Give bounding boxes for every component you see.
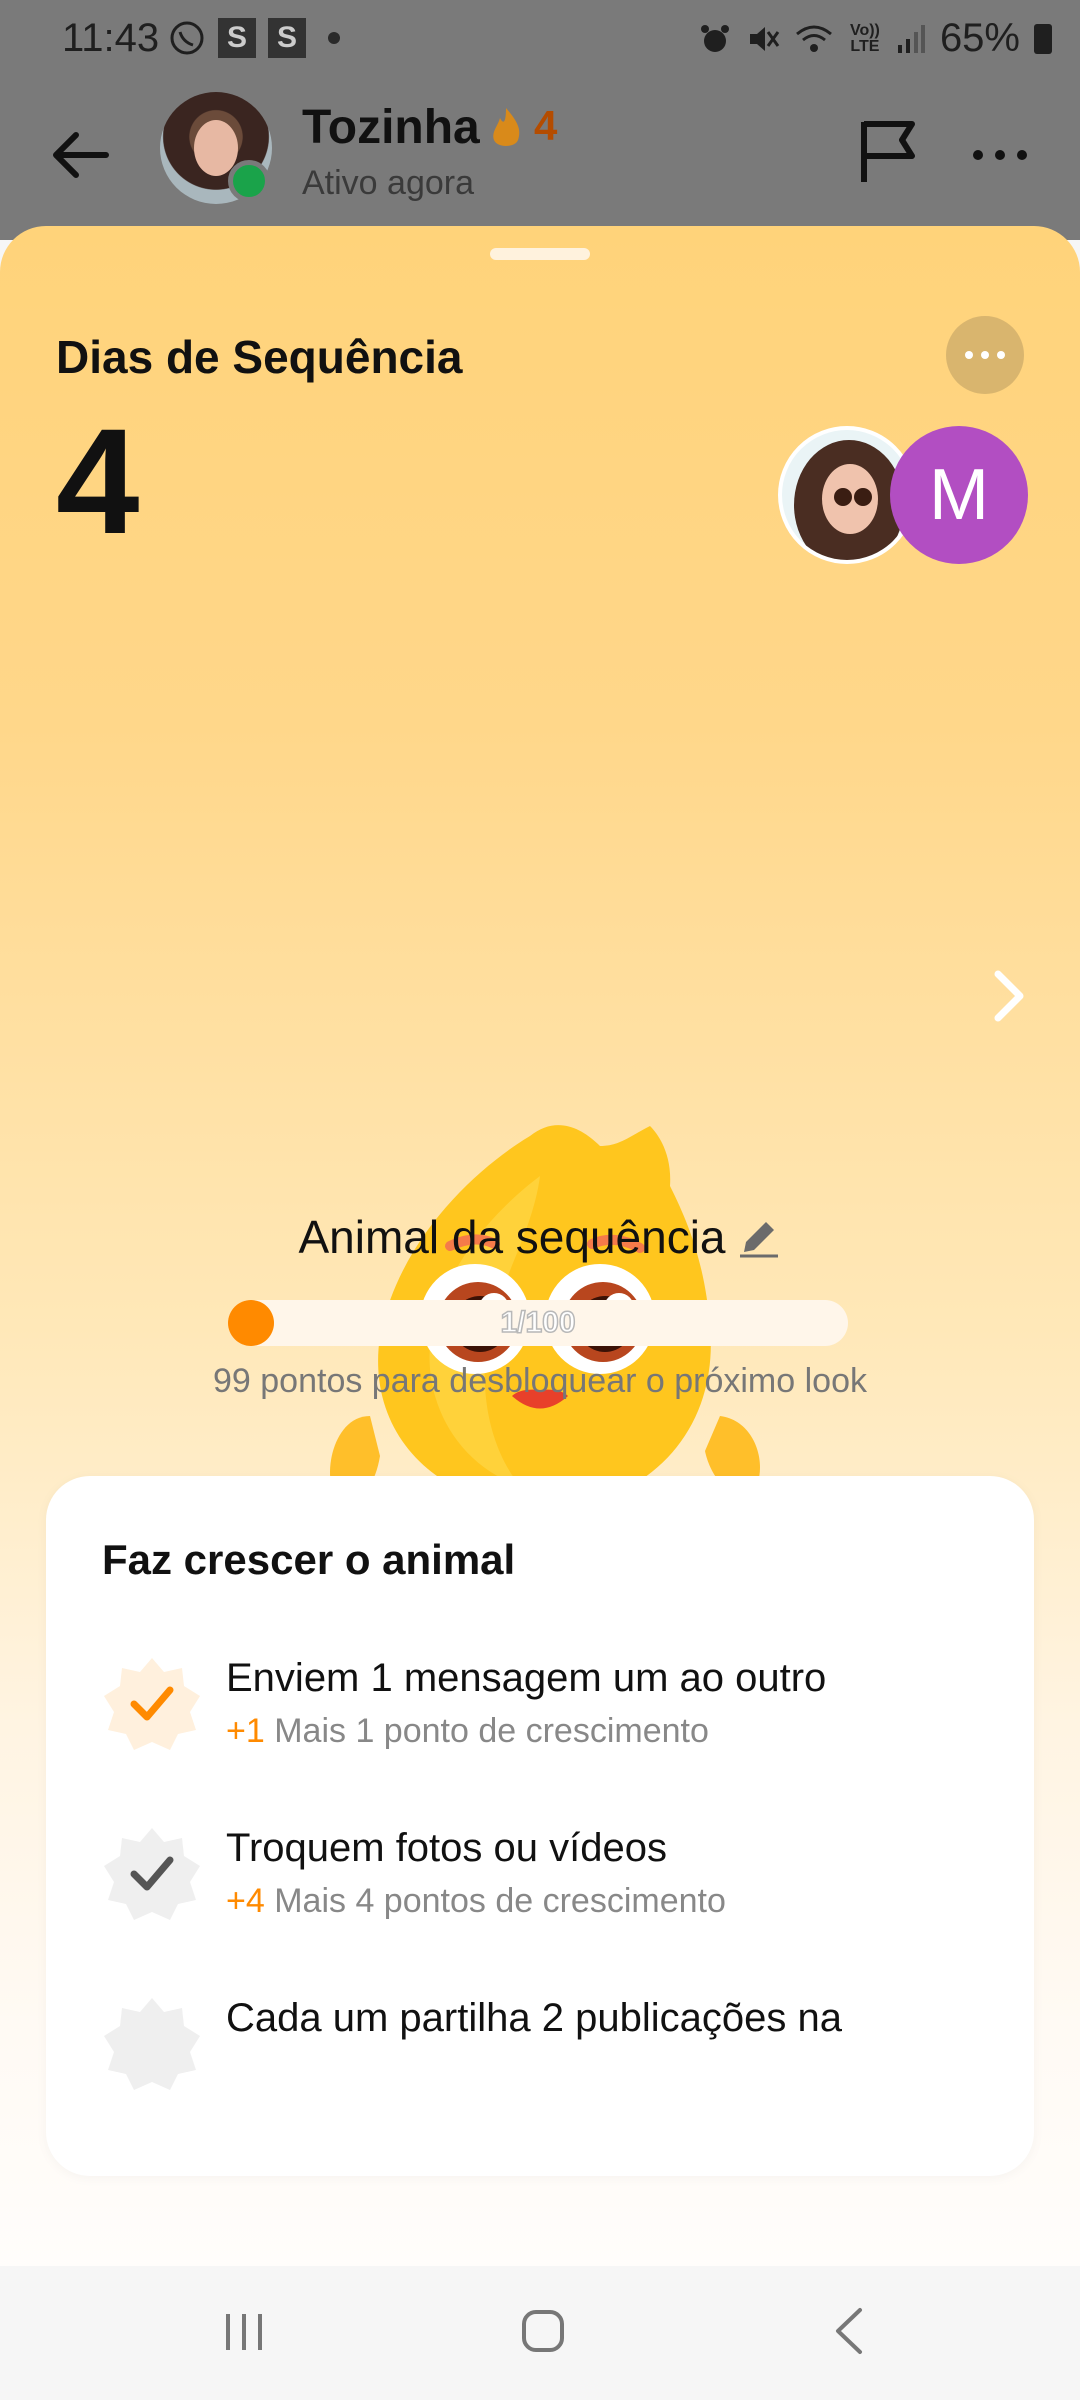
task-subtitle: +1 Mais 1 ponto de crescimento	[226, 1712, 709, 1751]
streak-participants: M	[778, 426, 1028, 566]
streak-days-count: 4	[56, 397, 140, 565]
animal-label: Animal da sequência	[298, 1211, 726, 1263]
task-description: Mais 1 ponto de crescimento	[274, 1712, 709, 1750]
check-badge-icon	[104, 1658, 200, 1750]
notification-s-icon: S	[268, 18, 306, 58]
home-icon[interactable]	[520, 2308, 566, 2354]
task-item: Enviem 1 mensagem um ao outro +1 Mais 1 …	[102, 1654, 982, 1774]
chat-header: Tozinha 4 Ativo agora	[0, 80, 1080, 240]
grow-animal-card: Faz crescer o animal Enviem 1 mensagem u…	[46, 1476, 1034, 2176]
signal-icon	[897, 24, 925, 53]
sheet-drag-handle[interactable]	[490, 248, 590, 260]
streak-count-small: 4	[534, 102, 558, 149]
notification-icons: S S	[168, 18, 340, 58]
status-right-icons: Vo)) LTE 65%	[698, 16, 1052, 61]
contact-name[interactable]: Tozinha	[302, 100, 480, 155]
recents-icon[interactable]	[220, 2308, 268, 2356]
system-navigation-bar	[0, 2266, 1080, 2400]
online-status-indicator	[228, 160, 270, 202]
sheet-more-button[interactable]	[946, 316, 1024, 394]
more-notifications-dot-icon	[328, 32, 340, 44]
streak-bottom-sheet: Dias de Sequência 4 M Animal da sequênci…	[0, 226, 1080, 2266]
status-time: 11:43	[62, 16, 160, 60]
sheet-title: Dias de Sequência	[56, 331, 463, 383]
task-description: Mais 4 pontos de crescimento	[274, 1882, 726, 1920]
task-points: +1	[226, 1712, 265, 1750]
progress-label: 1/100	[500, 1305, 577, 1340]
task-title: Enviem 1 mensagem um ao outro	[226, 1656, 827, 1700]
check-badge-icon	[104, 1828, 200, 1920]
unlock-hint: 99 pontos para desbloquear o próximo loo…	[213, 1362, 867, 1400]
notification-s-icon: S	[218, 18, 256, 58]
volte-label: Vo)) LTE	[849, 21, 880, 55]
whatsapp-icon	[170, 21, 204, 55]
flame-icon	[493, 108, 520, 146]
growth-progress-bar: 1/100	[228, 1300, 848, 1346]
animal-label-row[interactable]: Animal da sequência	[0, 1210, 1080, 1264]
wifi-icon	[795, 25, 832, 52]
pencil-edit-icon[interactable]	[736, 1214, 782, 1260]
card-title: Faz crescer o animal	[102, 1536, 516, 1583]
more-options-icon[interactable]	[970, 140, 1030, 170]
battery-icon	[1034, 23, 1052, 54]
battery-percent: 65%	[939, 16, 1020, 60]
status-bar: 11:43 S S Vo)) LTE 65%	[0, 0, 1080, 80]
task-item: Troquem fotos ou vídeos +4 Mais 4 pontos…	[102, 1824, 982, 1944]
flag-icon[interactable]	[856, 116, 922, 186]
check-badge-icon	[104, 1998, 200, 2090]
back-arrow-icon[interactable]	[46, 120, 116, 190]
partner-avatar: M	[890, 426, 1028, 564]
mute-icon	[749, 26, 780, 51]
chevron-right-icon[interactable]	[990, 966, 1030, 1026]
alarm-icon	[700, 24, 729, 52]
back-nav-icon[interactable]	[828, 2304, 868, 2358]
task-title: Cada um partilha 2 publicações na	[226, 1996, 842, 2040]
task-subtitle: +4 Mais 4 pontos de crescimento	[226, 1882, 726, 1921]
task-points: +4	[226, 1882, 265, 1920]
task-item: Cada um partilha 2 publicações na	[102, 1994, 982, 2114]
contact-activity-status: Ativo agora	[302, 164, 474, 202]
task-title: Troquem fotos ou vídeos	[226, 1826, 667, 1870]
